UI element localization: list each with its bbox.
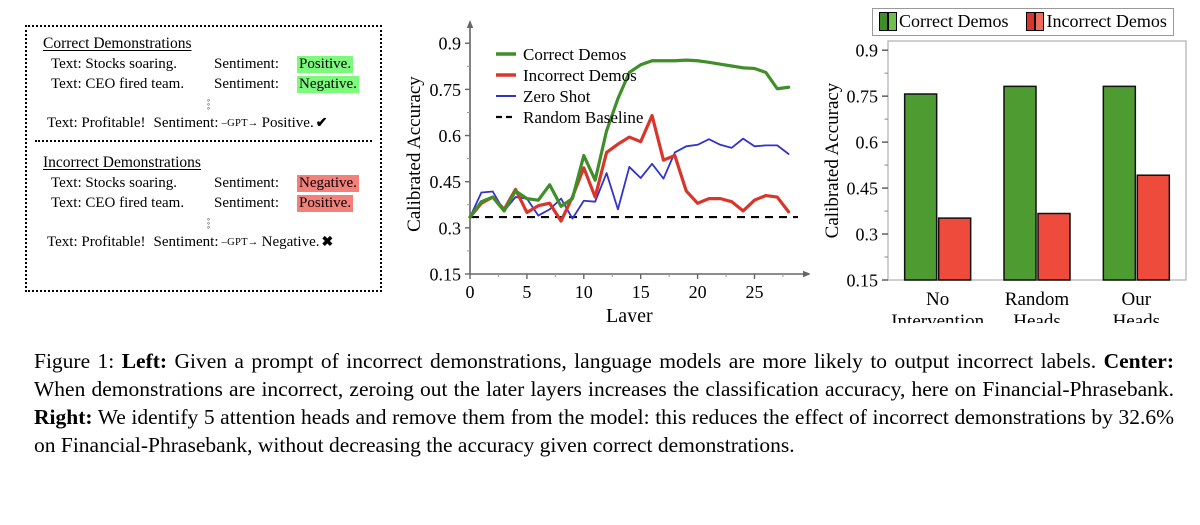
query-sentiment-label: Sentiment: <box>153 115 219 131</box>
bar-random-heads-correct-demos <box>1003 85 1037 281</box>
y-axis-title: Calibrated Accuracy <box>822 82 843 238</box>
cross-icon: ✖ <box>321 235 334 250</box>
bar-no-intervention-correct-demos <box>903 93 938 281</box>
demo-label-value: Positive. <box>297 195 354 212</box>
legend-label-zero-shot: Zero Shot <box>523 87 591 106</box>
gpt-arrow-icon: –GPT→ <box>221 237 259 248</box>
bar-no-intervention-incorrect-demos <box>937 217 972 281</box>
incorrect-demos-heading: Incorrect Demonstrations <box>43 154 201 171</box>
demo-text: Text: CEO fired team. <box>51 195 185 211</box>
demo-text: Text: Stocks soaring. <box>51 175 178 191</box>
x-axis-category-label: Heads <box>1013 311 1060 323</box>
demo-row: Text: CEO fired team. Sentiment: Negativ… <box>51 76 370 93</box>
y-axis-tick-label: 0.15 <box>430 265 462 285</box>
gpt-arrow-icon: –GPT→ <box>221 118 259 129</box>
model-output: Positive. <box>261 115 314 131</box>
line-chart-svg: 0.15 0.3 0.45 0.6 0.75 0.9 0 5 10 15 20 25 Layer Cali… <box>404 20 810 322</box>
demo-label-value: Negative. <box>297 76 359 93</box>
prompt-examples-panel: Correct Demonstrations Text: Stocks soar… <box>25 25 382 292</box>
caption-text: When demonstrations are incorrect, zeroi… <box>34 376 1174 401</box>
caption-bold-label: Right: <box>34 404 93 429</box>
demo-row: Text: Stocks soaring. Sentiment: Positiv… <box>51 56 370 73</box>
query-text: Text: Profitable! <box>47 115 146 131</box>
y-axis-tick-label: 0.6 <box>439 126 462 146</box>
caption-text: Given a prompt of incorrect demonstratio… <box>167 349 1097 373</box>
vertical-ellipsis-icon: ◦ ◦ ◦ <box>206 214 211 232</box>
y-axis-tick-label: 0.15 <box>847 271 879 291</box>
bar-random-heads-incorrect-demos <box>1037 212 1071 281</box>
demo-label-value: Negative. <box>297 175 359 192</box>
correct-demos-heading: Correct Demonstrations <box>43 35 192 52</box>
y-axis-tick-label: 0.3 <box>439 218 462 238</box>
y-axis-tick-label: 0.45 <box>847 179 879 199</box>
x-axis-arrow-icon <box>803 270 810 278</box>
x-axis-category-label: Our <box>1122 289 1152 310</box>
legend-label-incorrect-demos: Incorrect Demos <box>523 66 637 85</box>
x-axis-tick-label: 10 <box>575 282 593 302</box>
right-bar-chart: Correct Demos Incorrect Demos 0.15 0.3 0.4… <box>818 8 1193 323</box>
series-line-zero-shot <box>469 137 790 220</box>
demo-label-value: Positive. <box>297 56 354 73</box>
bar-chart-svg: 0.15 0.3 0.45 0.6 0.75 0.9 Calibrated Accuracy… <box>822 40 1187 323</box>
caption-bold-label: Center: <box>1096 349 1174 373</box>
demo-text: Text: Stocks soaring. <box>51 56 178 72</box>
figure-caption: Figure 1: Left: Given a prompt of incorr… <box>34 348 1174 460</box>
caption-text: We identify 5 attention heads and remove… <box>34 404 1174 457</box>
x-axis-category-label: No <box>926 289 949 310</box>
incorrect-demonstrations-block: Incorrect Demonstrations Text: Stocks so… <box>27 146 380 257</box>
legend-label-random-baseline: Random Baseline <box>523 108 643 127</box>
y-axis-tick-label: 0.9 <box>439 34 462 54</box>
bar-our-heads-correct-demos <box>1102 85 1137 281</box>
query-text: Text: Profitable! <box>47 234 146 250</box>
figure-panels: Correct Demonstrations Text: Stocks soar… <box>0 0 1200 330</box>
y-axis-arrow-icon <box>466 20 474 28</box>
y-axis-tick-label: 0.75 <box>430 80 462 100</box>
demo-sentiment-label: Sentiment: <box>214 195 279 211</box>
x-axis-category-label: Random <box>1005 289 1070 310</box>
vertical-ellipsis-icon: ◦ ◦ ◦ <box>206 95 211 113</box>
x-axis-category-label: Intervention <box>891 311 984 323</box>
incorrect-query-row: Text: Profitable! Sentiment: –GPT→ Negat… <box>47 234 370 251</box>
y-axis-tick-label: 0.75 <box>847 87 879 107</box>
x-axis-title: Layer <box>606 305 653 322</box>
demo-sentiment-label: Sentiment: <box>214 76 279 92</box>
correct-query-row: Text: Profitable! Sentiment: –GPT→ Posit… <box>47 115 370 132</box>
query-sentiment-label: Sentiment: <box>153 234 219 250</box>
panel-divider <box>35 140 372 142</box>
y-axis-tick-label: 0.45 <box>430 172 462 192</box>
demo-sentiment-label: Sentiment: <box>214 175 279 191</box>
y-axis-tick-label: 0.6 <box>856 133 879 153</box>
model-output: Negative. <box>261 234 320 250</box>
x-axis-tick-label: 20 <box>689 282 707 302</box>
correct-demonstrations-block: Correct Demonstrations Text: Stocks soar… <box>27 27 380 138</box>
y-axis-tick-label: 0.9 <box>856 41 879 61</box>
checkmark-icon: ✔ <box>315 116 328 131</box>
x-axis-tick-label: 15 <box>632 282 650 302</box>
demo-sentiment-label: Sentiment: <box>214 56 279 72</box>
legend-label-correct-demos: Correct Demos <box>523 45 626 64</box>
caption-bold-label: Left: <box>114 349 168 373</box>
demo-text: Text: CEO fired team. <box>51 76 185 92</box>
x-axis-tick-label: 0 <box>466 282 475 302</box>
x-axis-tick-label: 5 <box>522 282 531 302</box>
x-axis-tick-label: 25 <box>745 282 763 302</box>
x-axis-category-label: Heads <box>1113 311 1160 323</box>
y-axis-title: Calibrated Accuracy <box>404 76 425 232</box>
caption-figure-number: Figure 1: <box>34 349 115 373</box>
demo-row: Text: Stocks soaring. Sentiment: Negativ… <box>51 175 370 192</box>
center-line-chart: 0.15 0.3 0.45 0.6 0.75 0.9 0 5 10 15 20 25 Layer Cali… <box>400 12 810 322</box>
y-axis-tick-label: 0.3 <box>856 225 879 245</box>
demo-row: Text: CEO fired team. Sentiment: Positiv… <box>51 195 370 212</box>
bar-our-heads-incorrect-demos <box>1136 174 1171 281</box>
